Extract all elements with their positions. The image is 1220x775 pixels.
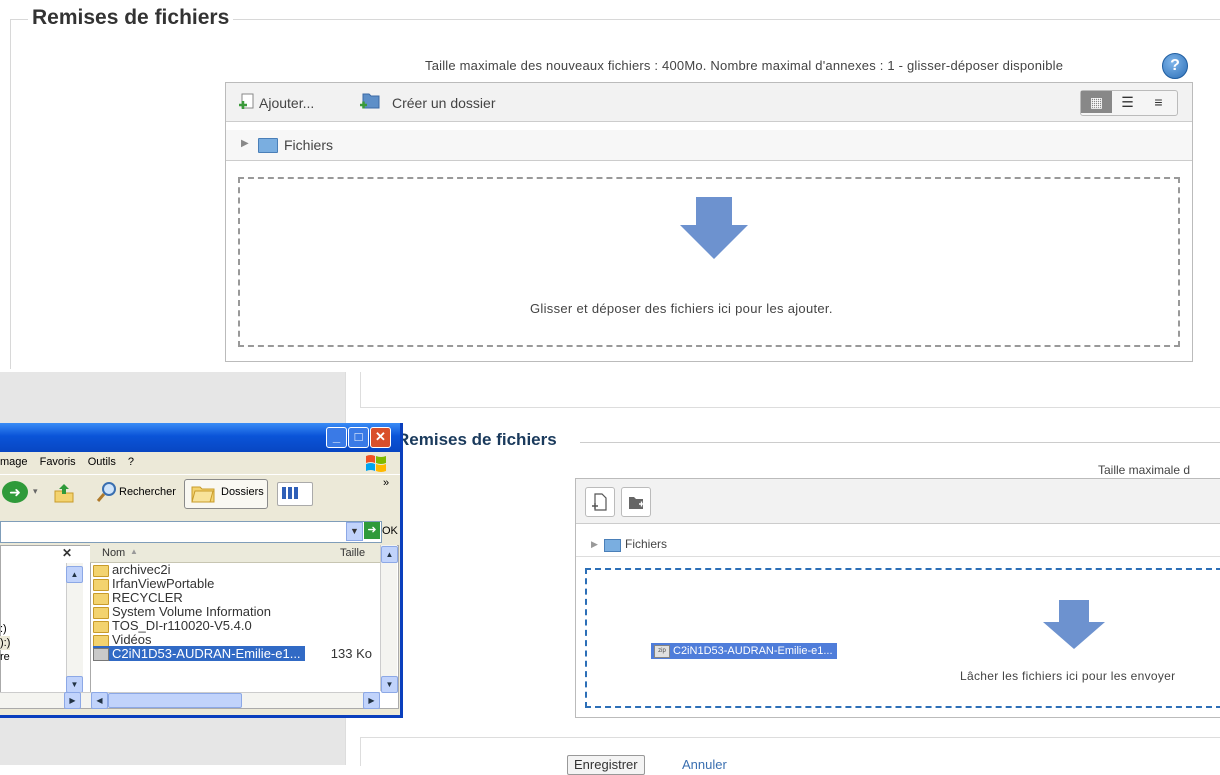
path-label[interactable]: Fichiers [284,137,333,153]
previous-fieldset [360,372,1220,408]
path-label-bottom[interactable]: Fichiers [625,537,667,551]
scroll-left-icon[interactable]: ◀ [91,692,108,709]
minimize-button[interactable]: _ [326,427,347,448]
list-item[interactable]: Vidéos [93,633,378,647]
section-title-bottom: Remises de fichiers [397,430,557,449]
column-name[interactable]: Nom [102,547,125,559]
hscroll-thumb[interactable] [108,693,242,708]
scroll-right-icon[interactable]: ▶ [64,692,81,709]
folder-icon [93,620,109,633]
list-header: Nom ▲ Taille [90,545,380,563]
tree-view-icon[interactable]: ≡ [1143,91,1174,113]
form-footer [360,737,1220,766]
drop-arrow-icon [680,197,748,259]
go-button[interactable]: OK [382,525,398,537]
help-icon[interactable]: ? [1162,53,1188,79]
close-button[interactable]: ✕ [370,427,391,448]
views-button[interactable] [277,482,313,506]
views-icon [282,487,298,499]
drive-item[interactable]: :) [0,622,10,636]
add-button[interactable]: Ajouter... [259,95,314,111]
folder-icon [93,592,109,605]
address-bar[interactable] [0,521,382,543]
forward-dropdown-icon[interactable]: ▾ [33,486,38,497]
folders-label: Dossiers [221,486,264,498]
add-file-icon [592,493,607,511]
dragged-file-name: C2iN1D53-AUDRAN-Emilie-e1... [673,645,833,657]
add-file-icon[interactable] [238,93,256,111]
folder-up-icon[interactable] [52,481,76,505]
menu-favoris[interactable]: Favoris [40,456,76,468]
drop-instruction-bottom: Lâcher les fichiers ici pour les envoyer [960,669,1176,683]
zip-file-icon [93,648,109,662]
folder-icon [93,578,109,591]
fieldset-border-bottom [580,442,1220,443]
upload-limits-text-bottom: Taille maximale d [1098,463,1191,477]
list-scrollbar[interactable] [380,545,397,691]
expand-triangle-icon[interactable]: ▶ [241,138,249,149]
go-arrow-icon[interactable]: ➜ [364,522,380,539]
scroll-up-icon[interactable]: ▲ [381,546,398,563]
explorer-menubar: mage Favoris Outils ? [0,452,400,474]
scroll-down-icon[interactable]: ▼ [66,676,83,693]
chevron-more-icon[interactable]: » [383,477,389,489]
forward-arrow-icon[interactable]: ➜ [2,481,28,503]
scroll-right-icon[interactable]: ▶ [363,692,380,709]
drive-item[interactable]: ):) [0,636,11,650]
column-size[interactable]: Taille [340,547,365,559]
drop-instruction: Glisser et déposer des fichiers ici pour… [530,301,833,316]
menu-outils[interactable]: Outils [88,456,116,468]
list-item-selected[interactable]: C2iN1D53-AUDRAN-Emilie-e1... 133 Ko [93,646,378,662]
drop-arrow-icon [1043,600,1105,649]
folder-icon [93,634,109,647]
section-title: Remises de fichiers [28,6,234,30]
folder-plus-icon [629,497,644,509]
add-file-button[interactable] [585,487,615,517]
sort-asc-icon: ▲ [130,547,138,556]
folder-icon [93,606,109,619]
list-item[interactable]: TOS_DI-r110020-V5.4.0 [93,619,378,633]
list-item[interactable]: System Volume Information [93,605,378,619]
upload-limits-text: Taille maximale des nouveaux fichiers : … [425,58,1064,73]
menu-help[interactable]: ? [128,456,134,468]
scroll-down-icon[interactable]: ▼ [381,676,398,693]
dragged-file[interactable]: zip C2iN1D53-AUDRAN-Emilie-e1... [651,643,837,659]
filepicker-path [226,130,1192,161]
fieldset-border-left [10,19,11,369]
list-item[interactable]: IrfanViewPortable [93,577,378,591]
drop-zone-active[interactable] [585,568,1220,708]
view-switcher: ▦ ☰ ≡ [1080,90,1178,116]
create-folder-button-bottom[interactable] [621,487,651,517]
save-button[interactable]: Enregistrer [567,755,645,775]
close-pane-icon[interactable]: ✕ [62,546,72,560]
folder-icon [604,539,621,552]
icons-view-icon[interactable]: ▦ [1081,91,1112,113]
scroll-up-icon[interactable]: ▲ [66,566,83,583]
search-icon[interactable] [96,480,118,504]
folder-icon [93,564,109,577]
windows-logo-icon [366,455,386,472]
file-size: 133 Ko [330,646,372,661]
list-item[interactable]: archivec2i [93,563,378,577]
maximize-button[interactable]: □ [348,427,369,448]
filepicker-toolbar-bottom [576,479,1220,524]
menu-image[interactable]: mage [0,456,28,468]
drive-item[interactable]: re [0,650,10,664]
folders-icon [191,486,215,503]
folder-icon [258,138,278,153]
filepicker-path-bottom [576,532,1220,557]
create-folder-button[interactable]: Créer un dossier [392,95,496,111]
list-view-icon[interactable]: ☰ [1112,91,1143,113]
zip-file-icon: zip [654,644,670,658]
address-dropdown-icon[interactable]: ▼ [346,522,363,541]
search-button[interactable]: Rechercher [119,486,176,498]
file-rows: archivec2i IrfanViewPortable RECYCLER Sy… [93,563,378,662]
create-folder-icon[interactable] [359,91,381,111]
expand-triangle-icon[interactable]: ▶ [591,539,598,550]
list-item[interactable]: RECYCLER [93,591,378,605]
